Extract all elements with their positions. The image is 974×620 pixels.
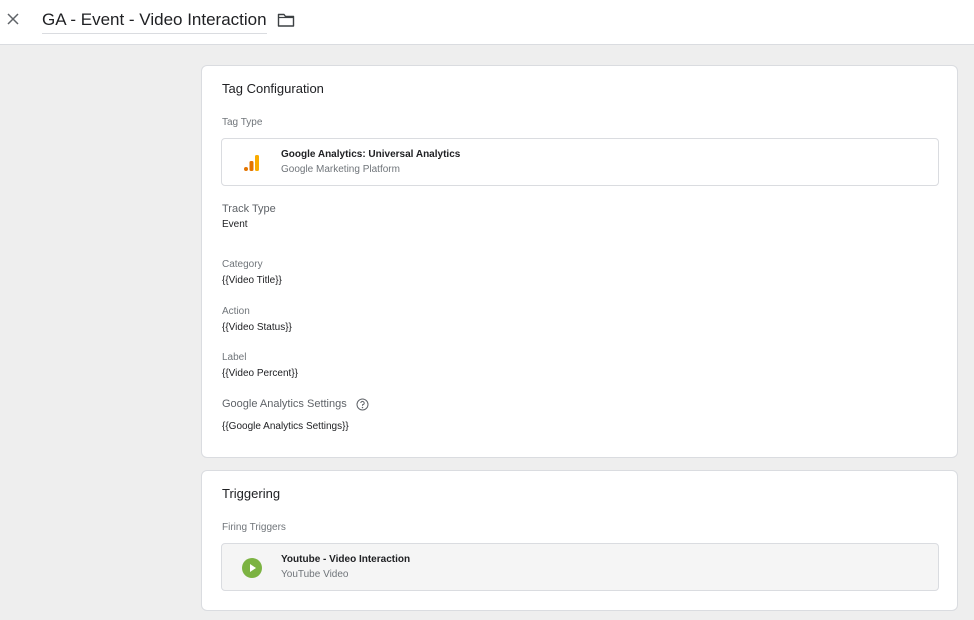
tag-configuration-card[interactable]: Tag Configuration Tag Type Google Analyt… xyxy=(201,65,958,458)
category-label: Category xyxy=(222,259,263,270)
trigger-name: Youtube - Video Interaction xyxy=(281,554,411,565)
track-type-label: Track Type xyxy=(222,203,276,215)
tag-type-row[interactable]: Google Analytics: Universal Analytics Go… xyxy=(221,138,939,186)
category-value: {{Video Title}} xyxy=(222,275,282,286)
trigger-row[interactable]: Youtube - Video Interaction YouTube Vide… xyxy=(221,543,939,591)
ga-settings-value: {{Google Analytics Settings}} xyxy=(222,421,349,432)
tag-name-title[interactable]: GA - Event - Video Interaction xyxy=(42,9,267,34)
tag-type-name: Google Analytics: Universal Analytics xyxy=(281,149,461,160)
tag-type-label: Tag Type xyxy=(222,117,263,128)
folder-icon[interactable] xyxy=(277,12,295,28)
ga-settings-label: Google Analytics Settings xyxy=(222,398,347,410)
card-title: Triggering xyxy=(222,486,281,501)
firing-triggers-label: Firing Triggers xyxy=(222,522,286,533)
close-icon[interactable] xyxy=(5,11,21,27)
play-icon xyxy=(242,558,262,578)
label-label: Label xyxy=(222,352,247,363)
google-analytics-icon xyxy=(242,153,260,173)
trigger-type: YouTube Video xyxy=(281,569,349,580)
triggering-card[interactable]: Triggering Firing Triggers Youtube - Vid… xyxy=(201,470,958,611)
action-value: {{Video Status}} xyxy=(222,322,292,333)
track-type-value: Event xyxy=(222,219,248,230)
label-value: {{Video Percent}} xyxy=(222,368,298,379)
tag-type-platform: Google Marketing Platform xyxy=(281,164,400,175)
help-icon[interactable] xyxy=(356,398,369,411)
card-title: Tag Configuration xyxy=(222,81,324,96)
action-label: Action xyxy=(222,306,250,317)
top-bar: GA - Event - Video Interaction xyxy=(0,0,974,45)
